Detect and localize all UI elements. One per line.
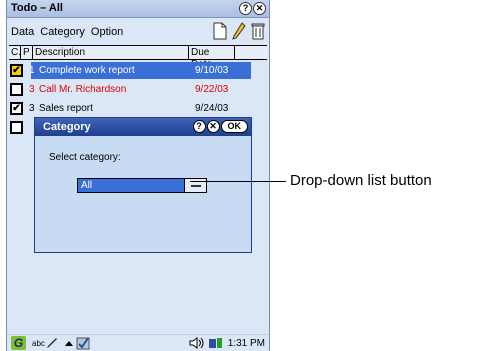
close-button[interactable]: ✕ (253, 2, 266, 15)
new-document-icon[interactable] (213, 22, 227, 40)
row-due-date: 9/10/03 (195, 65, 229, 76)
completed-checkbox[interactable]: ✔ (10, 64, 23, 77)
dialog-close-button[interactable]: ✕ (206, 120, 220, 133)
menu-data[interactable]: Data (11, 26, 34, 38)
pencil-edit-icon[interactable] (232, 22, 246, 40)
row-description: Complete work report (39, 65, 135, 76)
completed-checkbox[interactable] (10, 121, 23, 134)
row-due-date: 9/22/03 (195, 84, 229, 95)
completed-checkbox[interactable] (10, 83, 23, 96)
pda-screen: Todo – All ? ✕ Data Category Option C. P… (6, 0, 270, 351)
clock[interactable]: 1:31 PM (228, 338, 265, 349)
ok-button[interactable]: OK (220, 120, 248, 133)
header-description[interactable]: Description (33, 46, 189, 59)
pen-icon[interactable] (46, 337, 58, 349)
battery-icon[interactable] (208, 337, 224, 349)
table-row[interactable]: ✔ 3 Sales report 9/24/03 (9, 99, 267, 118)
row-priority: 3 (29, 84, 35, 95)
category-dropdown[interactable]: All (77, 178, 207, 193)
row-description: Sales report (39, 103, 93, 114)
check-app-icon[interactable] (76, 336, 90, 350)
trash-icon[interactable] (251, 22, 265, 40)
table-header: C. P Description Due Date (9, 45, 267, 70)
header-due-date[interactable]: Due Date (189, 46, 235, 70)
dropdown-bar-icon (190, 184, 201, 187)
row-priority: 1 (29, 65, 35, 76)
row-description: Call Mr. Richardson (39, 84, 127, 95)
select-category-label: Select category: (49, 152, 121, 163)
table-row[interactable]: 3 Call Mr. Richardson 9/22/03 (9, 80, 267, 99)
up-arrow-icon[interactable] (64, 338, 74, 348)
menu-option[interactable]: Option (91, 26, 123, 38)
title-bar: Todo – All ? ✕ (7, 0, 269, 18)
window-title: Todo – All (11, 2, 63, 14)
callout-line (190, 181, 286, 182)
header-completed[interactable]: C. (9, 46, 21, 59)
dropdown-value: All (81, 180, 93, 191)
start-menu-icon[interactable]: G (11, 336, 26, 350)
dialog-title: Category (43, 121, 91, 133)
dialog-title-bar: Category ? ✕ OK (35, 118, 251, 136)
category-dialog: Category ? ✕ OK Select category: All (34, 117, 252, 253)
callout-label: Drop-down list button (290, 172, 432, 189)
status-bar: G abc 1:31 PM (7, 334, 269, 351)
dialog-help-button[interactable]: ? (192, 120, 206, 133)
row-priority: 3 (29, 103, 35, 114)
row-due-date: 9/24/03 (195, 103, 229, 114)
menu-category[interactable]: Category (40, 26, 85, 38)
completed-checkbox[interactable]: ✔ (10, 102, 23, 115)
ink-input-label[interactable]: abc (32, 339, 45, 348)
header-priority[interactable]: P (21, 46, 33, 59)
help-button[interactable]: ? (239, 2, 252, 15)
table-row[interactable]: ✔ 1 Complete work report 9/10/03 (9, 61, 267, 80)
speaker-icon[interactable] (189, 337, 205, 349)
